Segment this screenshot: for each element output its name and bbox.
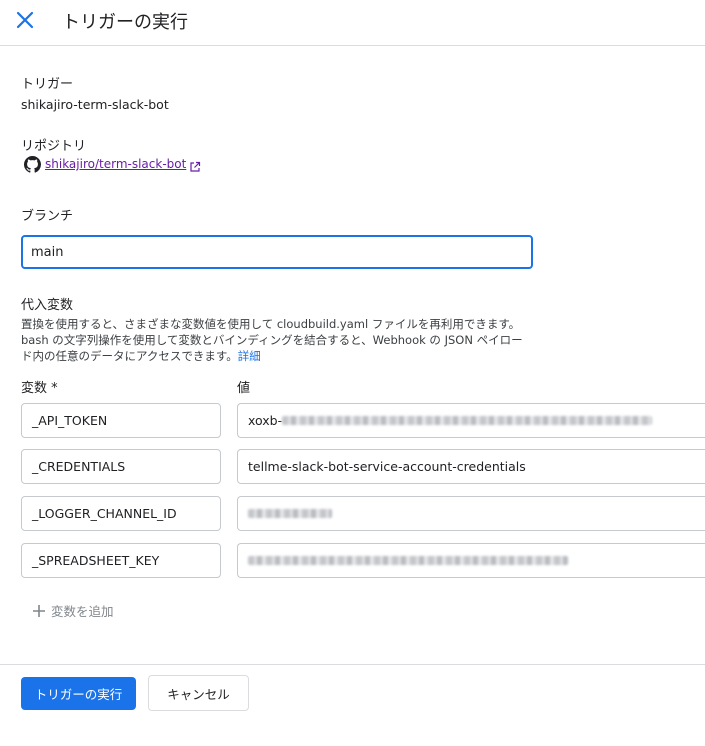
variable-key-field[interactable]: _API_TOKEN <box>21 403 221 438</box>
plus-icon <box>32 604 46 618</box>
variable-column-header: 変数 * <box>21 381 58 396</box>
redacted-value <box>248 556 568 565</box>
variable-key-text: _SPREADSHEET_KEY <box>32 553 160 568</box>
description-text: 置換を使用すると、さまざまな変数値を使用して cloudbuild.yaml フ… <box>21 317 523 363</box>
trigger-name: shikajiro-term-slack-bot <box>21 97 169 112</box>
learn-more-link[interactable]: 詳細 <box>238 349 261 363</box>
variable-value-text: xoxb- <box>248 413 283 428</box>
variable-value-field[interactable]: xoxb- <box>237 403 705 438</box>
variable-key-field[interactable]: _SPREADSHEET_KEY <box>21 543 221 578</box>
variable-key-text: _API_TOKEN <box>32 413 108 428</box>
run-trigger-button[interactable]: トリガーの実行 <box>21 677 136 710</box>
branch-label: ブランチ <box>21 209 74 224</box>
dialog-header: トリガーの実行 <box>0 0 705 46</box>
substitutions-description: 置換を使用すると、さまざまな変数値を使用して cloudbuild.yaml フ… <box>21 316 531 364</box>
redacted-value <box>282 416 653 425</box>
trigger-label: トリガー <box>21 77 74 92</box>
add-variable-label: 変数を追加 <box>51 604 114 619</box>
repository-link[interactable]: shikajiro/term-slack-bot <box>45 157 186 171</box>
github-icon <box>24 155 41 173</box>
variable-key-field[interactable]: _LOGGER_CHANNEL_ID <box>21 496 221 531</box>
value-column-header: 値 <box>237 381 251 396</box>
variable-key-field[interactable]: _CREDENTIALS <box>21 449 221 484</box>
footer-divider <box>0 664 705 665</box>
variable-key-text: _LOGGER_CHANNEL_ID <box>32 506 177 521</box>
cancel-button[interactable]: キャンセル <box>148 675 249 711</box>
page-title: トリガーの実行 <box>62 12 188 33</box>
variable-value-field[interactable] <box>237 543 705 578</box>
external-link-icon[interactable] <box>189 158 201 172</box>
close-icon[interactable] <box>14 9 36 31</box>
redacted-value <box>248 509 332 518</box>
variable-value-field[interactable]: tellme-slack-bot-service-account-credent… <box>237 449 705 484</box>
variable-value-field[interactable] <box>237 496 705 531</box>
add-variable-button[interactable]: 変数を追加 <box>32 601 114 620</box>
substitutions-label: 代入変数 <box>21 298 74 313</box>
variable-key-text: _CREDENTIALS <box>32 459 126 474</box>
variable-value-text: tellme-slack-bot-service-account-credent… <box>248 459 526 474</box>
branch-input[interactable] <box>21 235 533 269</box>
repository-row: shikajiro/term-slack-bot <box>24 154 201 174</box>
repository-label: リポジトリ <box>21 139 87 154</box>
